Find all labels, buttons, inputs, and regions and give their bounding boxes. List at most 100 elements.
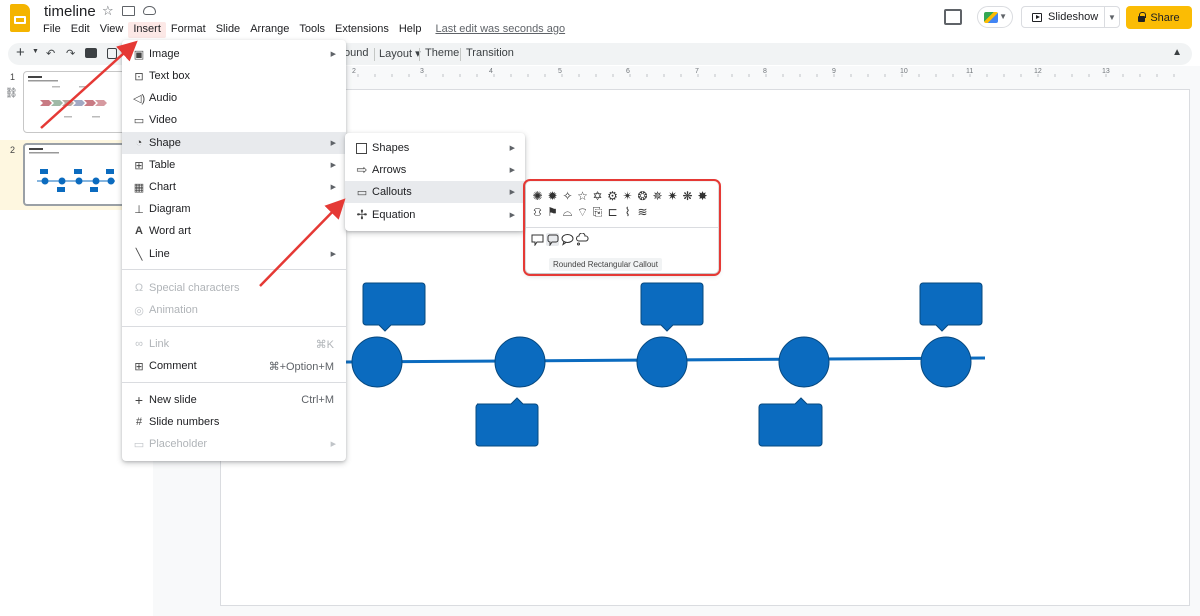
menu-item-line[interactable]: ╲ Line ▶ bbox=[122, 243, 346, 265]
ruler-label: 4 bbox=[489, 68, 493, 75]
menu-item-callouts[interactable]: ▭ Callouts ▶ bbox=[345, 181, 525, 203]
lock-icon bbox=[1138, 11, 1147, 22]
toolbar-divider bbox=[374, 48, 375, 61]
toolbar-divider bbox=[460, 48, 461, 61]
submenu-arrow-icon: ▶ bbox=[509, 145, 515, 152]
tooltip: Rounded Rectangular Callout bbox=[549, 258, 662, 271]
comment-history-icon[interactable] bbox=[944, 9, 962, 25]
background-button[interactable]: ound bbox=[344, 47, 368, 59]
ruler-label: 10 bbox=[900, 68, 908, 75]
link-icon: ⛓ bbox=[5, 88, 18, 99]
timeline-node[interactable] bbox=[778, 336, 830, 388]
text-box-icon: ⊡ bbox=[134, 70, 144, 83]
submenu-arrow-icon: ▶ bbox=[330, 51, 336, 58]
menu-item-new-slide[interactable]: + New slide Ctrl+M bbox=[122, 389, 346, 411]
slide-number: 1 bbox=[10, 72, 16, 82]
menu-help[interactable]: Help bbox=[394, 22, 427, 38]
menu-item-animation: ◎ Animation bbox=[134, 304, 198, 317]
layout-button[interactable]: Layout ▾ bbox=[379, 47, 421, 60]
menu-item-image[interactable]: ▣ Image ▶ bbox=[122, 43, 346, 65]
ruler-label: 12 bbox=[1034, 68, 1042, 75]
callout-box[interactable] bbox=[640, 282, 704, 332]
slideshow-dropdown[interactable]: ▼ bbox=[1104, 6, 1120, 28]
slides-logo[interactable] bbox=[10, 4, 30, 32]
meet-button[interactable]: ▼ bbox=[977, 6, 1013, 28]
menu-item-shapes[interactable]: Shapes ▶ bbox=[345, 137, 525, 159]
callouts-icon: ▭ bbox=[356, 186, 368, 199]
new-slide-plus-icon[interactable]: + bbox=[16, 44, 25, 61]
menu-tools[interactable]: Tools bbox=[294, 22, 330, 38]
menu-slide[interactable]: Slide bbox=[211, 22, 245, 38]
slideshow-button[interactable]: Slideshow bbox=[1021, 6, 1105, 28]
timeline-node[interactable] bbox=[494, 336, 546, 388]
menu-insert[interactable]: Insert bbox=[128, 22, 166, 38]
submenu-arrow-icon: ▶ bbox=[330, 140, 336, 147]
menu-file[interactable]: File bbox=[38, 22, 66, 38]
menu-divider bbox=[122, 269, 346, 270]
paint-format-icon[interactable] bbox=[107, 48, 117, 59]
menu-edit[interactable]: Edit bbox=[66, 22, 95, 38]
submenu-arrow-icon: ▶ bbox=[330, 251, 336, 258]
document-title[interactable]: timeline bbox=[44, 3, 96, 20]
menu-item-arrows[interactable]: ⇨ Arrows ▶ bbox=[345, 159, 525, 181]
menu-view[interactable]: View bbox=[95, 22, 129, 38]
print-icon[interactable] bbox=[85, 48, 97, 58]
menu-item-text-box[interactable]: ⊡ Text box bbox=[122, 65, 346, 87]
comment-icon: ⊞ bbox=[134, 360, 144, 373]
ruler-label: 2 bbox=[352, 68, 356, 75]
menu-item-equation[interactable]: ✢ Equation ▶ bbox=[345, 204, 525, 226]
timeline-node[interactable] bbox=[351, 336, 403, 388]
image-icon: ▣ bbox=[133, 48, 145, 61]
timeline-node[interactable] bbox=[636, 336, 688, 388]
star-icon[interactable]: ☆ bbox=[102, 3, 114, 19]
transition-button[interactable]: Transition bbox=[466, 47, 514, 59]
menu-item-special-characters: Ω Special characters bbox=[134, 282, 240, 294]
ruler-label: 8 bbox=[763, 68, 767, 75]
word-art-icon: A bbox=[135, 225, 143, 237]
menu-item-diagram[interactable]: ⊥ Diagram bbox=[122, 198, 346, 220]
slide-thumbnail-1[interactable] bbox=[23, 71, 128, 133]
horizontal-ruler: 2 3 4 5 6 7 8 9 10 11 12 13 bbox=[221, 68, 1190, 77]
menu-item-chart[interactable]: ▦ Chart ▶ bbox=[122, 176, 346, 198]
menu-item-word-art[interactable]: A Word art bbox=[122, 220, 346, 242]
menu-item-placeholder: ▭ Placeholder ▶ bbox=[133, 438, 336, 451]
chevron-down-icon: ▼ bbox=[999, 12, 1007, 21]
slide-number: 2 bbox=[10, 145, 16, 155]
line-icon: ╲ bbox=[135, 248, 143, 261]
new-slide-dropdown-icon[interactable]: ▼ bbox=[32, 48, 39, 55]
audio-icon: ◁) bbox=[133, 92, 146, 105]
menu-format[interactable]: Format bbox=[166, 22, 211, 38]
ruler-label: 3 bbox=[420, 68, 424, 75]
ruler-label: 11 bbox=[966, 68, 974, 75]
callout-box[interactable] bbox=[919, 282, 983, 332]
menu-extensions[interactable]: Extensions bbox=[330, 22, 394, 38]
placeholder-icon: ▭ bbox=[133, 438, 145, 451]
callout-box[interactable] bbox=[362, 282, 426, 332]
menu-item-shape[interactable]: ◔ Shape ▶ bbox=[122, 132, 346, 154]
menu-item-slide-numbers[interactable]: # Slide numbers bbox=[122, 411, 346, 433]
slide-thumbnail-2[interactable] bbox=[23, 143, 128, 206]
timeline-node[interactable] bbox=[920, 336, 972, 388]
callout-box[interactable] bbox=[475, 397, 539, 447]
last-edit-link[interactable]: Last edit was seconds ago bbox=[430, 22, 570, 38]
menu-item-link: ∞ Link ⌘K bbox=[122, 333, 346, 355]
callout-box[interactable] bbox=[758, 397, 823, 447]
diagram-icon: ⊥ bbox=[134, 203, 144, 216]
share-button[interactable]: Share bbox=[1126, 6, 1192, 29]
undo-icon[interactable]: ↶ bbox=[46, 47, 55, 60]
theme-button[interactable]: Theme bbox=[425, 47, 459, 59]
menu-arrange[interactable]: Arrange bbox=[245, 22, 294, 38]
menu-item-comment[interactable]: ⊞ Comment ⌘+Option+M bbox=[122, 355, 346, 377]
menu-divider bbox=[122, 382, 346, 383]
submenu-arrow-icon: ▶ bbox=[509, 189, 515, 196]
chart-icon: ▦ bbox=[133, 181, 145, 194]
menu-item-table[interactable]: ⊞ Table ▶ bbox=[122, 154, 346, 176]
plus-icon: + bbox=[134, 392, 144, 408]
cloud-status-icon[interactable] bbox=[143, 6, 156, 15]
submenu-arrow-icon: ▶ bbox=[509, 167, 515, 174]
move-folder-icon[interactable] bbox=[122, 6, 135, 16]
menu-item-audio[interactable]: ◁) Audio bbox=[122, 87, 346, 109]
redo-icon[interactable]: ↷ bbox=[66, 47, 75, 60]
collapse-toolbar-icon[interactable]: ▲ bbox=[1172, 47, 1182, 58]
menu-item-video[interactable]: ▭ Video bbox=[122, 109, 346, 131]
